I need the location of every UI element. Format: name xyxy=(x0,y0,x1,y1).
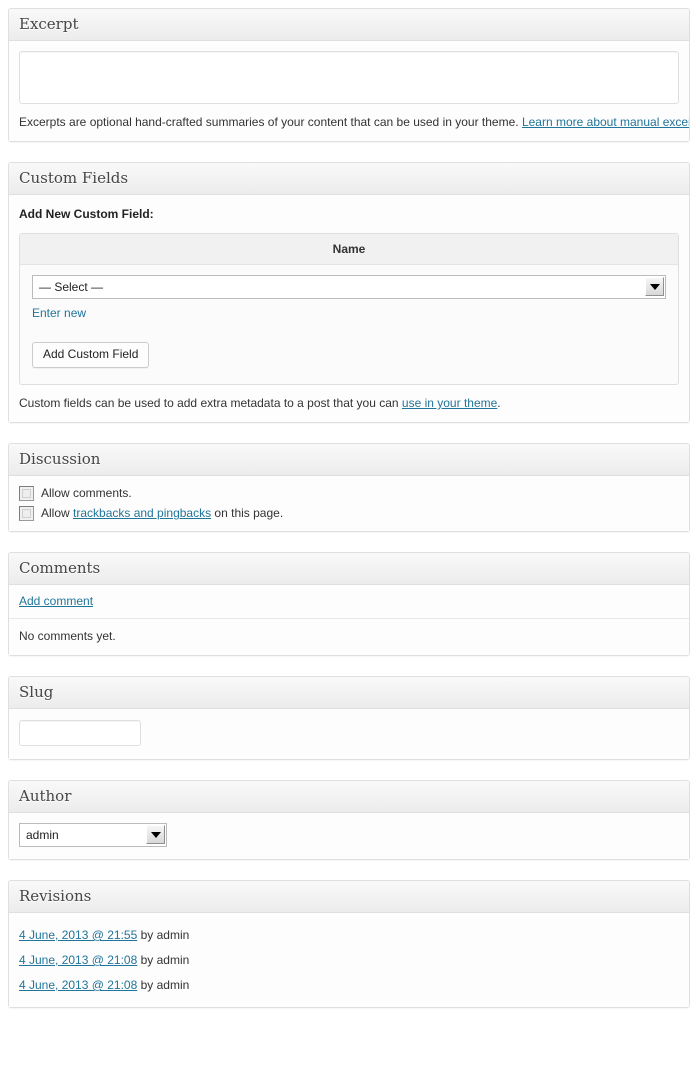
comments-panel-header[interactable]: Comments xyxy=(9,553,689,585)
panel-title: Revisions xyxy=(19,881,679,912)
slug-panel-body xyxy=(9,709,689,759)
excerpt-field-wrap xyxy=(9,41,689,104)
add-custom-field-button-row: Add Custom Field xyxy=(32,320,666,372)
panel-title: Discussion xyxy=(19,444,679,475)
revision-date-link[interactable]: 4 June, 2013 @ 21:55 xyxy=(19,928,137,942)
custom-fields-table-body: — Select — Enter new Add Custom Field xyxy=(20,265,678,384)
revision-row: 4 June, 2013 @ 21:55 by admin xyxy=(19,922,679,947)
discussion-panel-header[interactable]: Discussion xyxy=(9,444,689,476)
author-select[interactable]: admin xyxy=(19,823,167,847)
custom-fields-panel: Custom Fields Add New Custom Field: Name… xyxy=(8,162,690,423)
revision-author: by admin xyxy=(137,928,189,942)
author-panel-body: admin xyxy=(9,813,689,859)
author-panel: Author admin xyxy=(8,780,690,860)
slug-panel-header[interactable]: Slug xyxy=(9,677,689,709)
trackbacks-prefix: Allow xyxy=(41,506,73,520)
add-comment-row: Add comment xyxy=(9,585,689,619)
trackbacks-pingbacks-link[interactable]: trackbacks and pingbacks xyxy=(73,506,211,520)
excerpt-textarea[interactable] xyxy=(19,51,679,104)
excerpt-help-prefix: Excerpts are optional hand-crafted summa… xyxy=(19,115,522,129)
post-meta-boxes-column: Excerpt Excerpts are optional hand-craft… xyxy=(0,0,690,1008)
excerpt-help-text: Excerpts are optional hand-crafted summa… xyxy=(9,104,689,141)
custom-fields-table: Name — Select — Enter new xyxy=(19,233,679,385)
revision-date-link[interactable]: 4 June, 2013 @ 21:08 xyxy=(19,978,137,992)
custom-fields-name-column-header: Name xyxy=(20,234,678,265)
revision-date-link[interactable]: 4 June, 2013 @ 21:08 xyxy=(19,953,137,967)
revision-author: by admin xyxy=(137,953,189,967)
allow-trackbacks-checkbox[interactable] xyxy=(19,506,34,521)
panel-title: Comments xyxy=(19,553,679,584)
author-select-row: admin xyxy=(19,823,167,847)
slug-input[interactable] xyxy=(19,720,141,746)
panel-title: Slug xyxy=(19,677,679,708)
comments-panel: Comments Add comment No comments yet. xyxy=(8,552,690,656)
revisions-panel-header[interactable]: Revisions xyxy=(9,881,689,913)
discussion-panel-body: Allow comments. Allow trackbacks and pin… xyxy=(9,476,689,531)
custom-fields-help-suffix: . xyxy=(497,396,500,410)
excerpt-panel-header[interactable]: Excerpt xyxy=(9,9,689,41)
discussion-panel: Discussion Allow comments. Allow trackba… xyxy=(8,443,690,532)
enter-new-link[interactable]: Enter new xyxy=(32,306,86,320)
add-comment-link[interactable]: Add comment xyxy=(19,594,93,608)
custom-field-name-select-row: — Select — xyxy=(32,275,666,299)
custom-fields-inner: Add New Custom Field: Name — Select — xyxy=(9,195,689,385)
revision-row: 4 June, 2013 @ 21:08 by admin xyxy=(19,972,679,997)
learn-more-excerpts-link[interactable]: Learn more about manual excerpts xyxy=(522,115,689,129)
comments-panel-body: Add comment No comments yet. xyxy=(9,585,689,655)
revisions-panel-body: 4 June, 2013 @ 21:55 by admin 4 June, 20… xyxy=(9,913,689,1007)
enter-new-row: Enter new xyxy=(32,306,666,320)
add-new-custom-field-label: Add New Custom Field: xyxy=(19,207,679,221)
panel-title: Custom Fields xyxy=(19,163,679,194)
allow-trackbacks-label: Allow trackbacks and pingbacks on this p… xyxy=(41,505,283,521)
no-comments-message: No comments yet. xyxy=(9,619,689,655)
custom-fields-panel-header[interactable]: Custom Fields xyxy=(9,163,689,195)
custom-field-name-select[interactable]: — Select — xyxy=(32,275,666,299)
excerpt-panel: Excerpt Excerpts are optional hand-craft… xyxy=(8,8,690,142)
use-in-your-theme-link[interactable]: use in your theme xyxy=(402,396,497,410)
allow-comments-label: Allow comments. xyxy=(41,485,132,501)
panel-title: Excerpt xyxy=(19,9,679,40)
panel-title: Author xyxy=(19,781,679,812)
custom-fields-help-text: Custom fields can be used to add extra m… xyxy=(9,385,689,422)
author-panel-header[interactable]: Author xyxy=(9,781,689,813)
allow-trackbacks-row: Allow trackbacks and pingbacks on this p… xyxy=(19,505,679,521)
custom-fields-panel-body: Add New Custom Field: Name — Select — xyxy=(9,195,689,422)
excerpt-panel-body: Excerpts are optional hand-crafted summa… xyxy=(9,41,689,141)
slug-panel: Slug xyxy=(8,676,690,760)
allow-comments-checkbox[interactable] xyxy=(19,486,34,501)
revision-author: by admin xyxy=(137,978,189,992)
revisions-panel: Revisions 4 June, 2013 @ 21:55 by admin … xyxy=(8,880,690,1008)
custom-fields-help-prefix: Custom fields can be used to add extra m… xyxy=(19,396,402,410)
add-custom-field-button[interactable]: Add Custom Field xyxy=(32,342,149,368)
trackbacks-suffix: on this page. xyxy=(211,506,283,520)
revision-row: 4 June, 2013 @ 21:08 by admin xyxy=(19,947,679,972)
allow-comments-row: Allow comments. xyxy=(19,485,679,501)
